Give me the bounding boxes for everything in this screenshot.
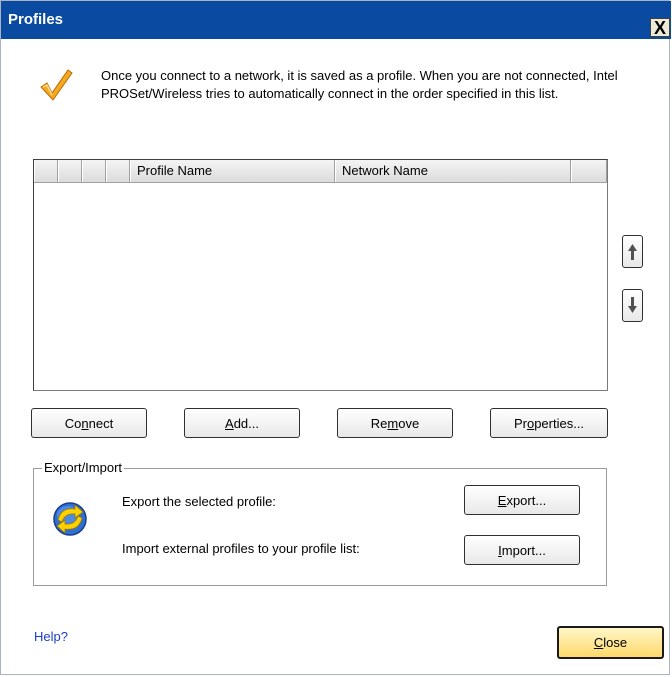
title-bar: Profiles X	[1, 1, 671, 39]
profile-list[interactable]: Profile Name Network Name	[33, 159, 608, 391]
export-label-b: xport...	[506, 492, 547, 508]
properties-accesskey: o	[526, 415, 535, 431]
arrow-up-icon	[628, 244, 637, 260]
column-header-1[interactable]	[34, 160, 58, 182]
properties-button[interactable]: Pr o perties...	[490, 408, 608, 438]
properties-label-b: perties...	[534, 415, 585, 431]
close-label-b: lose	[603, 635, 628, 650]
import-button[interactable]: Import...	[464, 535, 580, 565]
import-label-b: mport...	[501, 542, 546, 558]
remove-button[interactable]: Re m ove	[337, 408, 453, 438]
close-button[interactable]: Close	[557, 626, 664, 659]
connect-button[interactable]: Co n nect	[31, 408, 147, 438]
add-button[interactable]: Add...	[184, 408, 300, 438]
profiles-dialog: Profiles X Once you connect to a network…	[0, 0, 671, 675]
connect-label-a: Co	[64, 415, 82, 431]
window-title: Profiles	[8, 11, 64, 28]
import-description: Import external profiles to your profile…	[122, 541, 360, 556]
add-accesskey: A	[225, 415, 234, 431]
export-description: Export the selected profile:	[122, 494, 276, 509]
window-close-button[interactable]: X	[650, 18, 670, 37]
check-mark-icon	[40, 69, 73, 101]
column-header-4[interactable]	[106, 160, 130, 182]
list-header: Profile Name Network Name	[34, 160, 607, 183]
properties-label-a: Pr	[513, 415, 527, 431]
move-up-button[interactable]	[622, 235, 643, 268]
export-button[interactable]: Export...	[464, 485, 580, 515]
intro-text: Once you connect to a network, it is sav…	[101, 68, 618, 101]
sync-arrows-icon	[53, 502, 87, 536]
arrow-down-icon	[628, 297, 637, 313]
remove-label-b: ove	[398, 415, 420, 431]
close-icon: X	[653, 17, 666, 38]
connect-accesskey: n	[81, 415, 89, 431]
column-header-3[interactable]	[82, 160, 106, 182]
group-label: Export/Import	[42, 460, 125, 475]
add-label-b: dd...	[233, 415, 259, 431]
column-header-2[interactable]	[58, 160, 82, 182]
connect-label-b: nect	[88, 415, 114, 431]
export-accesskey: E	[497, 492, 507, 508]
help-link[interactable]: Help?	[34, 629, 68, 644]
column-header-network-name[interactable]: Network Name	[335, 160, 571, 182]
column-header-profile-name[interactable]: Profile Name	[130, 160, 335, 182]
remove-accesskey: m	[387, 415, 399, 431]
close-accesskey: C	[593, 635, 604, 650]
move-down-button[interactable]	[622, 289, 643, 322]
remove-label-a: Re	[370, 415, 388, 431]
column-header-extra[interactable]	[571, 160, 607, 182]
